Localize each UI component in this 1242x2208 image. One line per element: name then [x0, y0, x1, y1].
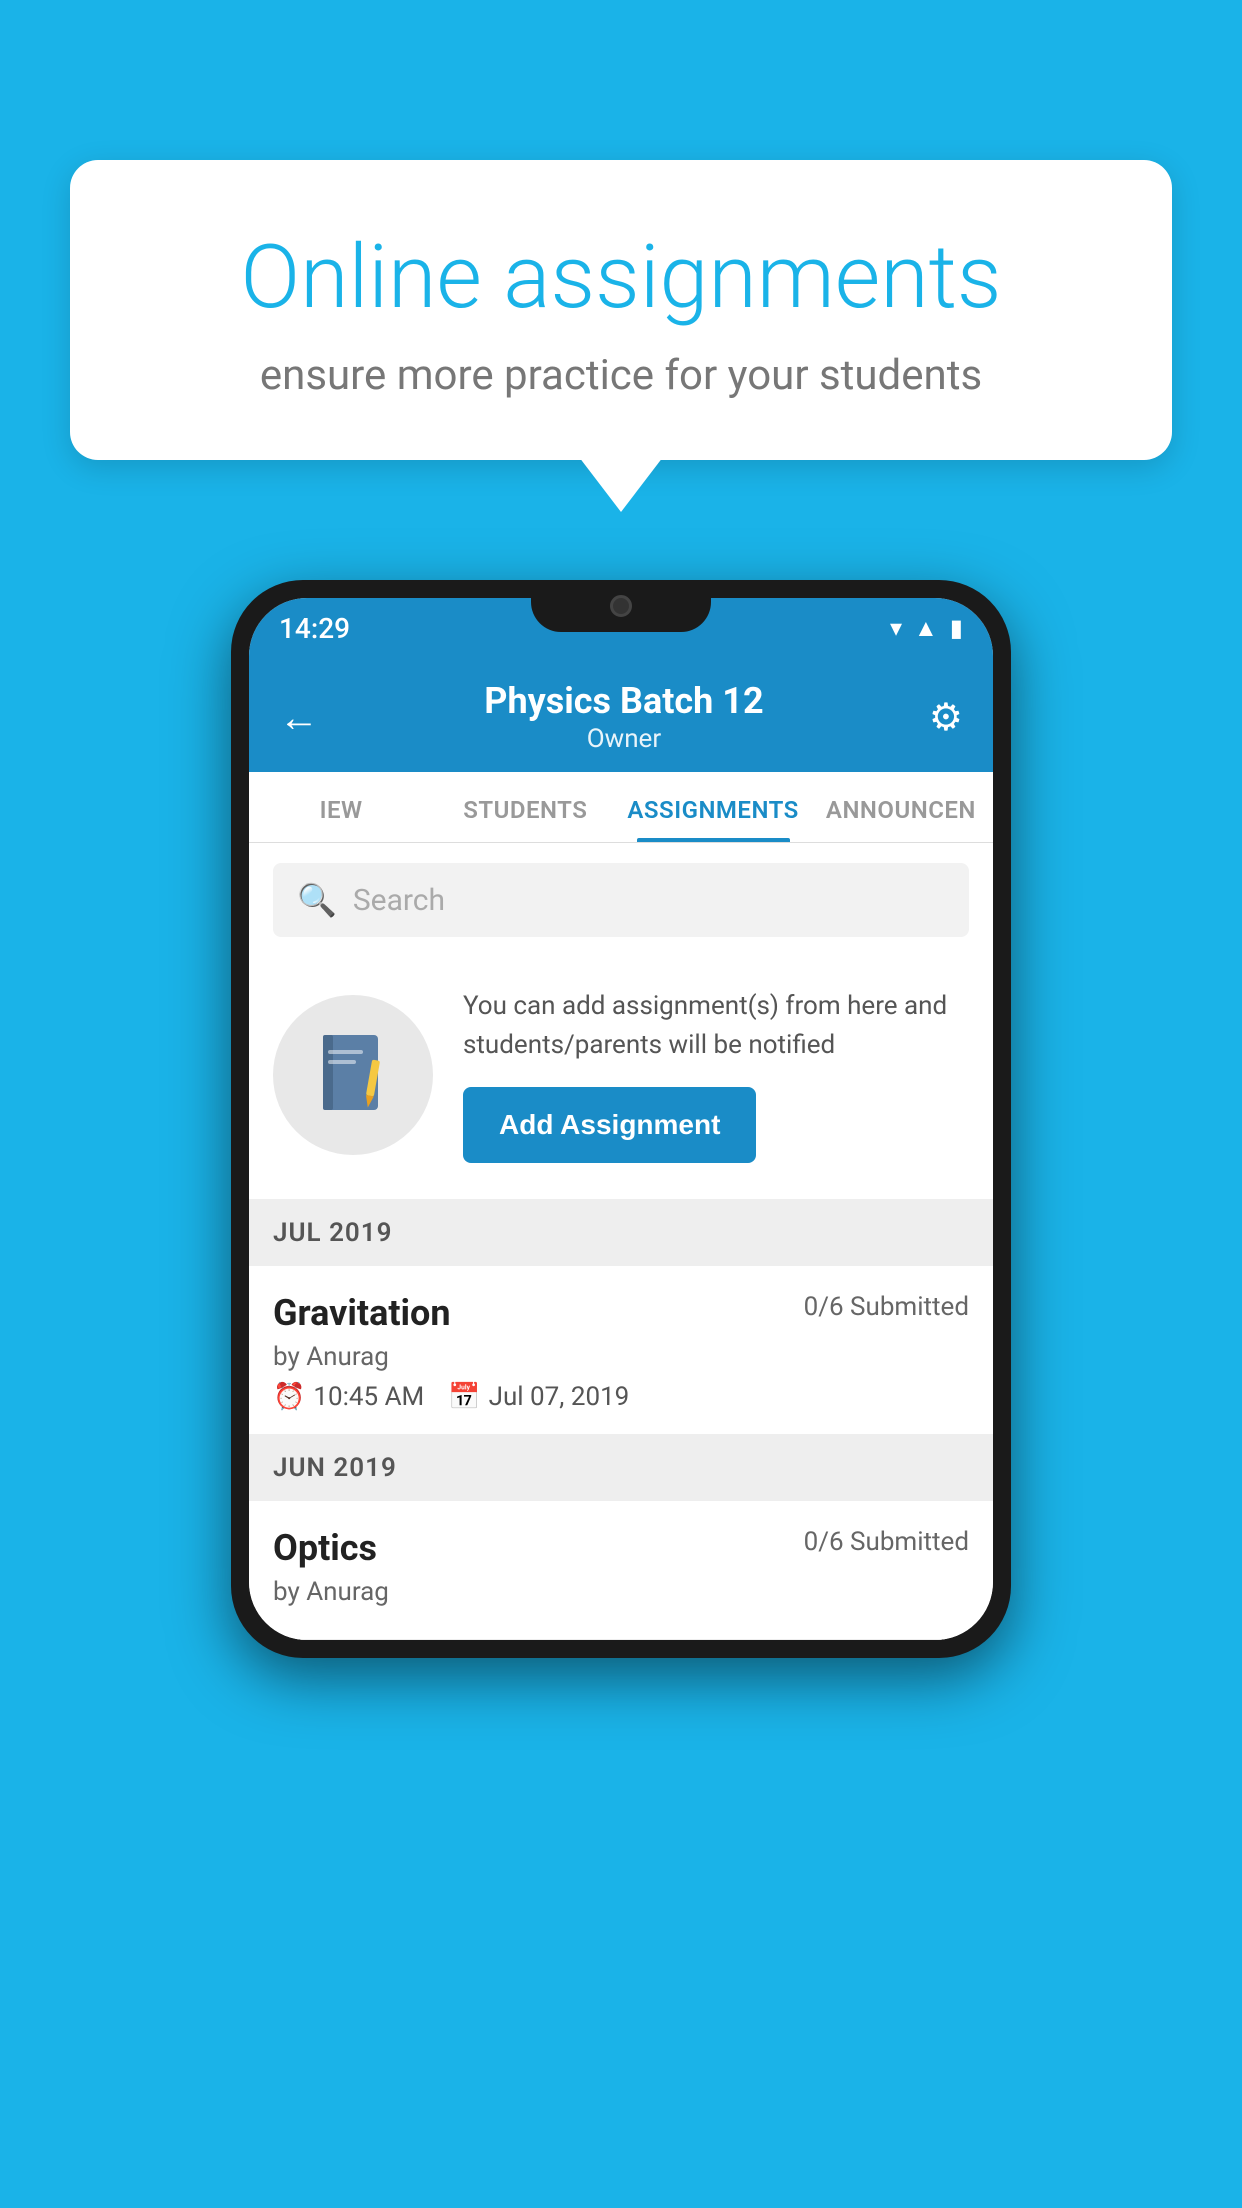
notch — [531, 580, 711, 632]
phone-screen: 14:29 ▾ ▲ ▮ ← Physics Batch 12 Owner ⚙ I… — [249, 598, 993, 1640]
phone-mockup: 14:29 ▾ ▲ ▮ ← Physics Batch 12 Owner ⚙ I… — [231, 580, 1011, 1658]
status-icons: ▾ ▲ ▮ — [890, 614, 963, 643]
add-assignment-button[interactable]: Add Assignment — [463, 1087, 756, 1163]
assignment-name-optics: Optics — [273, 1527, 377, 1569]
assignment-submitted-optics: 0/6 Submitted — [804, 1527, 969, 1557]
wifi-icon: ▾ — [890, 614, 902, 642]
section-jul-2019: JUL 2019 — [249, 1200, 993, 1266]
tab-iew[interactable]: IEW — [249, 772, 433, 842]
section-jun-2019: JUN 2019 — [249, 1435, 993, 1501]
bubble-title: Online assignments — [150, 230, 1092, 327]
tab-announcements[interactable]: ANNOUNCEN — [809, 772, 993, 842]
date-value: Jul 07, 2019 — [489, 1382, 630, 1412]
assignment-item-gravitation[interactable]: Gravitation 0/6 Submitted by Anurag ⏰ 10… — [249, 1266, 993, 1435]
calendar-icon: 📅 — [448, 1382, 480, 1412]
assignment-item-optics[interactable]: Optics 0/6 Submitted by Anurag — [249, 1501, 993, 1640]
search-bar[interactable]: 🔍 Search — [273, 863, 969, 937]
back-button[interactable]: ← — [279, 694, 319, 741]
time-meta: ⏰ 10:45 AM — [273, 1382, 424, 1412]
tab-assignments[interactable]: ASSIGNMENTS — [617, 772, 808, 842]
promo-card: Online assignments ensure more practice … — [70, 160, 1172, 460]
app-header: ← Physics Batch 12 Owner ⚙ — [249, 658, 993, 772]
assignment-row1: Gravitation 0/6 Submitted — [273, 1292, 969, 1334]
info-card: You can add assignment(s) from here and … — [249, 957, 993, 1200]
speech-bubble: Online assignments ensure more practice … — [70, 160, 1172, 460]
batch-title: Physics Batch 12 — [319, 680, 929, 722]
phone-frame: 14:29 ▾ ▲ ▮ ← Physics Batch 12 Owner ⚙ I… — [231, 580, 1011, 1658]
settings-icon[interactable]: ⚙ — [929, 695, 963, 740]
batch-subtitle: Owner — [319, 724, 929, 754]
tab-students[interactable]: STUDENTS — [433, 772, 617, 842]
header-title-block: Physics Batch 12 Owner — [319, 680, 929, 754]
search-icon: 🔍 — [297, 881, 337, 919]
assignment-submitted: 0/6 Submitted — [804, 1292, 969, 1322]
assignment-name: Gravitation — [273, 1292, 451, 1334]
camera — [610, 595, 632, 617]
search-placeholder: Search — [353, 883, 445, 918]
bubble-subtitle: ensure more practice for your students — [150, 351, 1092, 400]
tab-bar: IEW STUDENTS ASSIGNMENTS ANNOUNCEN — [249, 772, 993, 843]
info-icon-circle — [273, 995, 433, 1155]
search-bar-wrapper: 🔍 Search — [249, 843, 993, 957]
time-value: 10:45 AM — [313, 1382, 424, 1412]
status-time: 14:29 — [279, 612, 350, 645]
signal-icon: ▲ — [914, 614, 938, 643]
assignment-meta: ⏰ 10:45 AM 📅 Jul 07, 2019 — [273, 1382, 969, 1412]
info-text-block: You can add assignment(s) from here and … — [463, 987, 969, 1163]
info-description: You can add assignment(s) from here and … — [463, 987, 969, 1065]
assignment-row1-optics: Optics 0/6 Submitted — [273, 1527, 969, 1569]
assignment-by: by Anurag — [273, 1342, 969, 1372]
clock-icon: ⏰ — [273, 1382, 305, 1412]
battery-icon: ▮ — [950, 614, 963, 642]
date-meta: 📅 Jul 07, 2019 — [448, 1382, 629, 1412]
notebook-icon — [313, 1030, 393, 1120]
assignment-by-optics: by Anurag — [273, 1577, 969, 1607]
